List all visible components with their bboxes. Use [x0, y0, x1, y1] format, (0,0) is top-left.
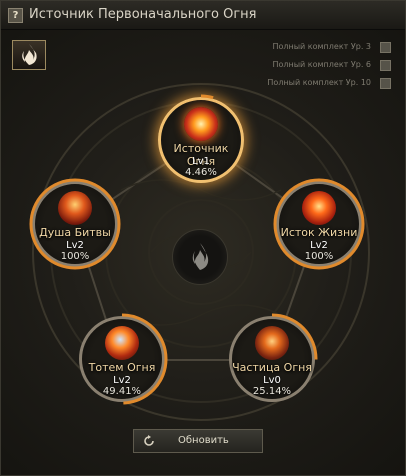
node-progress: 25.14%: [252, 386, 292, 397]
node-level: Lv0: [263, 375, 281, 386]
fire-totem-icon: [105, 326, 139, 360]
set-bonus-item: Полный комплект Ур. 3: [267, 38, 391, 56]
node-fire-source[interactable]: Источник Огня Lv1 4.46%: [155, 94, 247, 186]
flame-warrior-icon: [58, 191, 92, 225]
fire-particle-icon: [255, 326, 289, 360]
set-checkbox[interactable]: [380, 60, 391, 71]
set-bonus-item: Полный комплект Ур. 10: [267, 74, 391, 92]
node-level: Lv2: [310, 240, 328, 251]
window-title: Источник Первоначального Огня: [29, 7, 257, 22]
center-flame-emblem: [172, 229, 228, 285]
set-checkbox[interactable]: [380, 42, 391, 53]
node-battle-soul[interactable]: Душа Битвы Lv2 100%: [29, 178, 121, 270]
help-icon[interactable]: ?: [8, 8, 23, 23]
primal-fire-emblem-icon[interactable]: [12, 40, 46, 70]
refresh-icon: [144, 435, 154, 446]
title-bar: ? Источник Первоначального Огня: [1, 1, 405, 30]
node-progress: 4.46%: [185, 167, 217, 178]
node-fire-particle[interactable]: Частица Огня Lv0 25.14%: [226, 313, 318, 405]
node-progress: 100%: [304, 251, 334, 262]
set-checkbox[interactable]: [380, 78, 391, 89]
node-level: Lv2: [113, 375, 131, 386]
set-bonus-item: Полный комплект Ур. 6: [267, 56, 391, 74]
flame-icon: [192, 243, 209, 270]
node-name: Частица Огня: [232, 361, 312, 374]
node-fire-totem[interactable]: Тотем Огня Lv2 49.41%: [76, 313, 168, 405]
node-name: Исток Жизни: [280, 226, 358, 239]
node-level: Lv2: [66, 240, 84, 251]
refresh-label: Обновить: [178, 435, 229, 446]
fire-source-window: ? Источник Первоначального Огня Полный к…: [0, 0, 406, 476]
node-life-source[interactable]: Исток Жизни Lv2 100%: [273, 178, 365, 270]
node-level: Lv1: [192, 156, 210, 167]
node-progress: 49.41%: [102, 386, 142, 397]
set-bonus-list: Полный комплект Ур. 3 Полный комплект Ур…: [267, 38, 391, 92]
refresh-button[interactable]: Обновить: [133, 429, 263, 453]
node-name: Душа Битвы: [39, 226, 111, 239]
fire-orb-icon: [184, 107, 218, 141]
main-panel: Полный комплект Ур. 3 Полный комплект Ур…: [1, 30, 405, 475]
fire-wings-icon: [302, 191, 336, 225]
node-name: Тотем Огня: [88, 361, 156, 374]
node-progress: 100%: [60, 251, 90, 262]
